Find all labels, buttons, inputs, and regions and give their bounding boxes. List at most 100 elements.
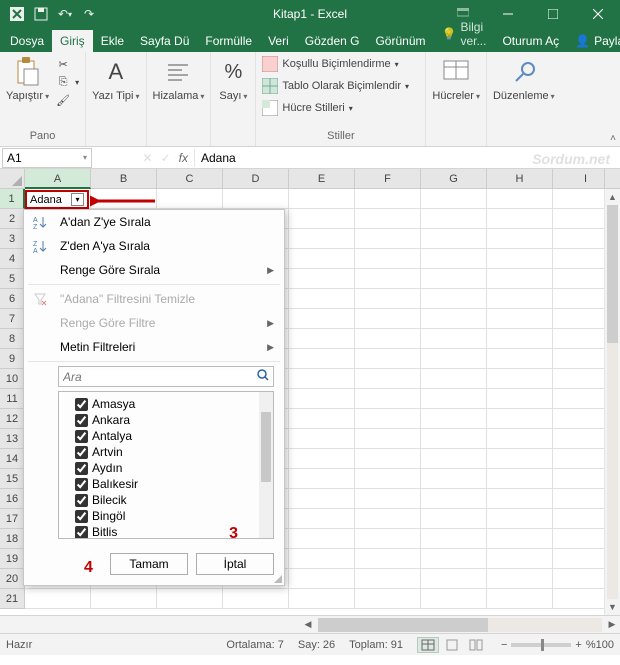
cell[interactable] xyxy=(289,249,355,269)
cells-group[interactable]: Hücreler xyxy=(432,56,480,102)
page-layout-view-icon[interactable] xyxy=(441,637,463,653)
cell[interactable] xyxy=(421,329,487,349)
filter-checkbox[interactable] xyxy=(75,462,88,475)
filter-checkbox[interactable] xyxy=(75,430,88,443)
row-head[interactable]: 5 xyxy=(0,269,25,289)
cell[interactable] xyxy=(487,369,553,389)
cell[interactable] xyxy=(421,409,487,429)
cell[interactable] xyxy=(421,429,487,449)
filter-checkbox[interactable] xyxy=(75,526,88,539)
cell[interactable] xyxy=(355,469,421,489)
filter-checkbox[interactable] xyxy=(75,398,88,411)
filter-checkbox[interactable] xyxy=(75,414,88,427)
col-head[interactable]: D xyxy=(223,169,289,189)
cell[interactable] xyxy=(355,529,421,549)
cell[interactable] xyxy=(289,529,355,549)
row-head[interactable]: 1 xyxy=(0,189,25,209)
cell[interactable] xyxy=(289,309,355,329)
tab-home[interactable]: Giriş xyxy=(52,30,93,52)
row-head[interactable]: 2 xyxy=(0,209,25,229)
cell[interactable] xyxy=(487,529,553,549)
row-head[interactable]: 7 xyxy=(0,309,25,329)
cell[interactable] xyxy=(355,289,421,309)
row-head[interactable]: 16 xyxy=(0,489,25,509)
cell[interactable] xyxy=(421,469,487,489)
row-head[interactable]: 10 xyxy=(0,369,25,389)
cell[interactable] xyxy=(289,469,355,489)
cell[interactable] xyxy=(421,589,487,609)
filter-item[interactable]: Balıkesir xyxy=(61,476,271,492)
cell-styles-button[interactable]: Hücre Stilleri▾ xyxy=(262,100,419,116)
row-head[interactable]: 20 xyxy=(0,569,25,589)
page-break-view-icon[interactable] xyxy=(465,637,487,653)
cell[interactable] xyxy=(355,569,421,589)
cell[interactable] xyxy=(355,309,421,329)
cell[interactable] xyxy=(421,369,487,389)
cell[interactable] xyxy=(289,269,355,289)
cell[interactable] xyxy=(421,249,487,269)
cell[interactable] xyxy=(487,189,553,209)
filter-item[interactable]: Artvin xyxy=(61,444,271,460)
horizontal-scrollbar[interactable]: ◀ ▶ xyxy=(300,617,620,633)
row-head[interactable]: 19 xyxy=(0,549,25,569)
tell-me[interactable]: 💡Bilgi ver... xyxy=(434,16,495,52)
tab-data[interactable]: Veri xyxy=(260,30,297,52)
tab-pagelayout[interactable]: Sayfa Dü xyxy=(132,30,197,52)
cell[interactable] xyxy=(487,349,553,369)
cell[interactable] xyxy=(421,289,487,309)
cell[interactable] xyxy=(289,489,355,509)
cell[interactable] xyxy=(355,589,421,609)
cell[interactable] xyxy=(355,189,421,209)
tab-formulas[interactable]: Formülle xyxy=(197,30,260,52)
maximize-button[interactable] xyxy=(530,0,575,28)
text-filters[interactable]: Metin Filtreleri▶ xyxy=(24,335,284,359)
scroll-up-icon[interactable]: ▲ xyxy=(605,189,620,205)
redo-icon[interactable]: ↷ xyxy=(78,3,100,25)
cell[interactable] xyxy=(421,349,487,369)
share-button[interactable]: 👤Paylaş xyxy=(567,30,620,52)
cell[interactable] xyxy=(289,289,355,309)
font-group[interactable]: AYazı Tipi xyxy=(92,56,139,102)
cell[interactable] xyxy=(355,449,421,469)
ribbon-collapse-icon[interactable]: ˄ xyxy=(610,133,616,144)
cell[interactable] xyxy=(25,589,91,609)
cell[interactable] xyxy=(289,449,355,469)
row-head[interactable]: 11 xyxy=(0,389,25,409)
zoom-out-icon[interactable]: − xyxy=(501,639,507,651)
cell[interactable] xyxy=(421,309,487,329)
cell[interactable] xyxy=(487,209,553,229)
filter-item[interactable]: Ankara xyxy=(61,412,271,428)
cell[interactable] xyxy=(289,369,355,389)
cell[interactable] xyxy=(487,329,553,349)
cell[interactable] xyxy=(289,209,355,229)
paste-button[interactable]: Yapıştır xyxy=(6,56,49,102)
cell[interactable] xyxy=(421,489,487,509)
qa-customize-icon[interactable] xyxy=(102,3,124,25)
zoom-slider[interactable] xyxy=(511,643,571,647)
cell[interactable] xyxy=(487,589,553,609)
cell[interactable] xyxy=(157,589,223,609)
cell[interactable] xyxy=(487,409,553,429)
cell[interactable] xyxy=(355,549,421,569)
cell[interactable] xyxy=(355,229,421,249)
filter-checklist[interactable]: AmasyaAnkaraAntalyaArtvinAydınBalıkesirB… xyxy=(58,391,274,539)
row-head[interactable]: 6 xyxy=(0,289,25,309)
filter-checkbox[interactable] xyxy=(75,510,88,523)
cell[interactable] xyxy=(289,349,355,369)
save-icon[interactable] xyxy=(30,3,52,25)
cancel-button[interactable]: İptal xyxy=(196,553,274,575)
cell[interactable] xyxy=(289,189,355,209)
cell[interactable] xyxy=(421,269,487,289)
filter-item[interactable]: Bitlis xyxy=(61,524,271,539)
cell[interactable] xyxy=(289,429,355,449)
scroll-down-icon[interactable]: ▼ xyxy=(605,599,620,615)
row-head[interactable]: 8 xyxy=(0,329,25,349)
copy-button[interactable]: ⎘▾ xyxy=(55,74,79,90)
filter-item[interactable]: Antalya xyxy=(61,428,271,444)
cell[interactable] xyxy=(223,589,289,609)
filter-item[interactable]: Bilecik xyxy=(61,492,271,508)
tab-view[interactable]: Görünüm xyxy=(367,30,433,52)
cell[interactable] xyxy=(487,309,553,329)
cell[interactable] xyxy=(289,389,355,409)
cell[interactable] xyxy=(355,249,421,269)
